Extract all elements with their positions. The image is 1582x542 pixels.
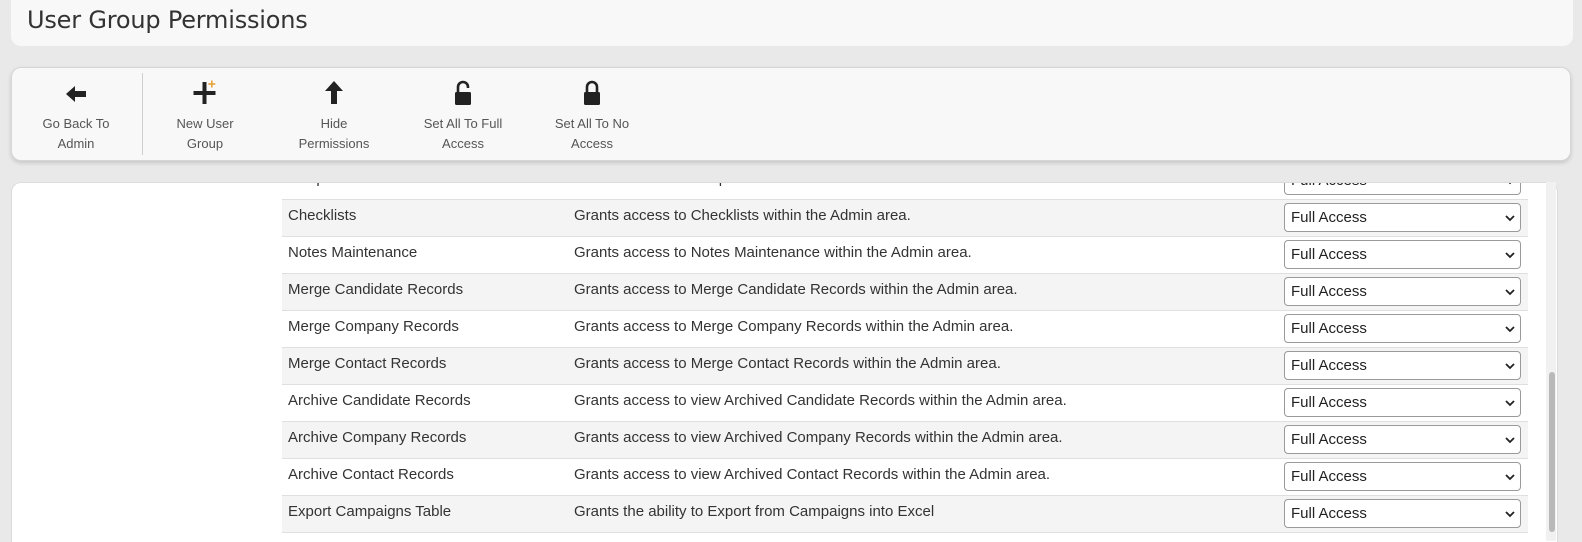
chevron-down-icon [1505, 326, 1515, 333]
access-level-select[interactable]: Full Access [1284, 462, 1521, 491]
chevron-down-icon [1505, 289, 1515, 296]
new-user-group-button[interactable]: New User Group [145, 78, 265, 154]
go-back-to-admin-button[interactable]: Go Back To Admin [16, 78, 136, 154]
access-level-value: Full Access [1291, 283, 1367, 300]
new-user-group-label: New User Group [176, 116, 234, 151]
access-level-value: Full Access [1291, 394, 1367, 411]
permission-row: Archive Candidate Records Grants access t… [282, 385, 1528, 422]
page-header: User Group Permissions [11, 0, 1573, 46]
access-level-value: Full Access [1291, 505, 1367, 522]
set-all-full-access-button[interactable]: Set All To Full Access [403, 78, 523, 154]
permission-row: Archive Company Records Grants access to … [282, 422, 1528, 459]
access-level-value: Full Access [1291, 431, 1367, 448]
chevron-down-icon [1505, 363, 1515, 370]
permission-row: Merge Company Records Grants access to Me… [282, 311, 1528, 348]
permission-row: Export Campaigns Table Grants the ability… [282, 496, 1528, 533]
arrow-left-icon [16, 78, 136, 108]
access-level-select[interactable]: Full Access [1284, 388, 1521, 417]
permission-name: Archive Candidate Records [288, 392, 471, 409]
permission-description: Grants access to view Archived Candidate… [574, 392, 1067, 409]
access-level-select[interactable]: Full Access [1284, 351, 1521, 380]
toolbar-divider [142, 73, 143, 155]
set-all-no-access-label: Set All To No Access [554, 116, 630, 151]
access-level-select[interactable]: Full Access [1284, 183, 1521, 195]
permission-row: Merge Candidate Records Grants access to … [282, 274, 1528, 311]
permission-description: Grants access to Merge Candidate Records… [574, 281, 1018, 298]
permission-name: Notes Maintenance [288, 244, 418, 261]
permission-description: Grants access to Notes Maintenance withi… [574, 244, 972, 261]
permission-name: Templates [288, 183, 356, 187]
permission-name: Archive Contact Records [288, 466, 454, 483]
access-level-select[interactable]: Full Access [1284, 425, 1521, 454]
access-level-select[interactable]: Full Access [1284, 314, 1521, 343]
plus-icon [145, 78, 265, 108]
lock-icon [532, 78, 652, 108]
permission-row: Checklists Grants access to Checklists wi… [282, 200, 1528, 237]
permission-name: Checklists [288, 207, 357, 224]
permission-name: Merge Candidate Records [288, 281, 464, 298]
permission-description: Grants access to view Archived Company R… [574, 429, 1063, 446]
chevron-down-icon [1505, 474, 1515, 481]
set-all-full-access-label: Set All To Full Access [423, 116, 503, 151]
access-level-value: Full Access [1291, 183, 1367, 189]
go-back-to-admin-label: Go Back To Admin [42, 116, 110, 151]
page-title: User Group Permissions [27, 6, 308, 34]
permission-name: Merge Contact Records [288, 355, 447, 372]
permission-row: Notes Maintenance Grants access to Notes … [282, 237, 1528, 274]
arrow-up-icon [274, 78, 394, 108]
unlock-icon [403, 78, 523, 108]
scrollbar-thumb[interactable] [1549, 372, 1555, 532]
action-toolbar: Go Back To Admin New User Group Hide Per… [11, 67, 1571, 161]
permission-row: Merge Contact Records Grants access to Me… [282, 348, 1528, 385]
permission-description: Grants access to Merge Company Records w… [574, 318, 1014, 335]
hide-permissions-button[interactable]: Hide Permissions [274, 78, 394, 154]
access-level-select[interactable]: Full Access [1284, 203, 1521, 232]
chevron-down-icon [1508, 183, 1512, 185]
permission-row: Templates Grants access to Templates with… [282, 183, 1528, 200]
access-level-value: Full Access [1291, 357, 1367, 374]
chevron-down-icon [1505, 215, 1515, 222]
hide-permissions-label: Hide Permissions [298, 116, 370, 151]
access-level-select[interactable]: Full Access [1284, 240, 1521, 269]
permission-description: Grants access to Templates within the Ad… [574, 183, 911, 187]
chevron-down-icon [1505, 437, 1515, 444]
chevron-down-icon [1505, 400, 1515, 407]
permission-description: Grants the ability to Export from Campai… [574, 503, 935, 520]
permission-name: Archive Company Records [288, 429, 467, 446]
permission-row: Archive Contact Records Grants access to … [282, 459, 1528, 496]
access-level-value: Full Access [1291, 246, 1367, 263]
chevron-down-icon [1505, 511, 1515, 518]
access-level-value: Full Access [1291, 320, 1367, 337]
access-level-value: Full Access [1291, 209, 1367, 226]
access-level-value: Full Access [1291, 468, 1367, 485]
permission-description: Grants access to Checklists within the A… [574, 207, 911, 224]
access-level-select[interactable]: Full Access [1284, 499, 1521, 528]
chevron-down-icon [1505, 252, 1515, 259]
permissions-table: Templates Grants access to Templates with… [282, 183, 1528, 533]
permission-name: Export Campaigns Table [288, 503, 452, 520]
permissions-panel: Templates Grants access to Templates with… [11, 182, 1558, 542]
permission-name: Merge Company Records [288, 318, 459, 335]
permission-description: Grants access to Merge Contact Records w… [574, 355, 1001, 372]
set-all-no-access-button[interactable]: Set All To No Access [532, 78, 652, 154]
access-level-select[interactable]: Full Access [1284, 277, 1521, 306]
permission-description: Grants access to view Archived Contact R… [574, 466, 1051, 483]
